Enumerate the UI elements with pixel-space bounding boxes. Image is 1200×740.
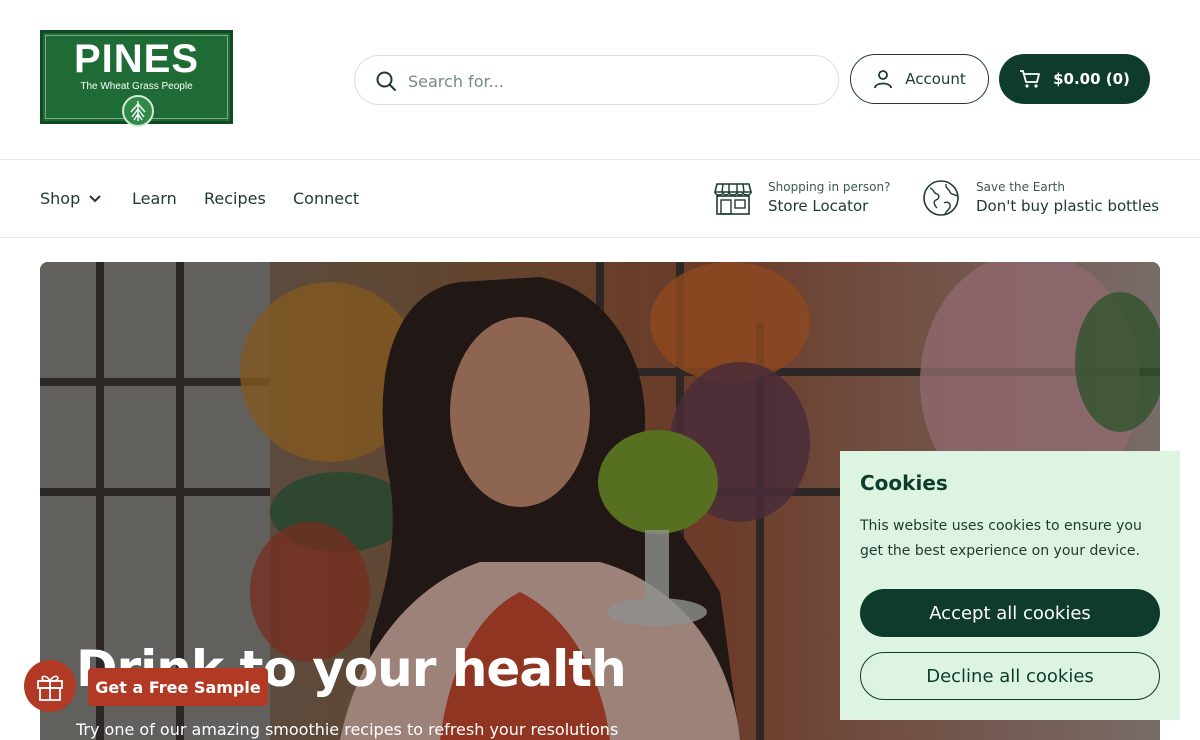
nav-item-connect[interactable]: Connect [293,189,359,208]
nav-label: Shop [40,189,81,208]
cart-button[interactable]: $0.00 (0) [999,54,1150,104]
search-bar[interactable] [354,55,839,105]
pines-logo[interactable]: PINES The Wheat Grass People [40,30,233,127]
nav-item-learn[interactable]: Learn [132,189,177,208]
save-earth-link[interactable]: Save the Earth Don't buy plastic bottles [922,179,1159,217]
account-label: Account [905,70,966,88]
save-earth-label: Don't buy plastic bottles [976,197,1160,215]
store-locator-label: Store Locator [768,197,869,215]
search-input[interactable] [408,68,808,94]
logo-name: PINES [73,37,200,81]
hero-subtitle: Try one of our amazing smoothie recipes … [76,720,619,739]
site-header: PINES The Wheat Grass People Account $0.… [0,0,1200,160]
nav-label: Learn [132,189,177,208]
accept-cookies-button[interactable]: Accept all cookies [860,589,1160,637]
gift-icon [37,675,63,701]
tree-emblem-icon [122,95,154,127]
account-button[interactable]: Account [850,54,989,104]
chevron-down-icon [89,194,101,202]
user-icon [874,70,893,89]
store-locator-link[interactable]: Shopping in person? Store Locator [714,179,890,217]
cart-total: $0.00 (0) [1053,70,1130,88]
nav-item-recipes[interactable]: Recipes [204,189,266,208]
cookie-banner: Cookies This website uses cookies to ens… [840,451,1180,720]
globe-icon [923,180,959,216]
free-sample-button[interactable]: Get a Free Sample [88,668,268,706]
logo-tagline: The Wheat Grass People [80,81,193,92]
cookie-title: Cookies [860,471,948,495]
gift-button[interactable] [24,660,76,712]
cart-icon [1020,70,1040,88]
search-icon [376,71,396,91]
storefront-icon [714,183,752,215]
store-locator-caption: Shopping in person? [768,180,891,194]
cookie-text: This website uses cookies to ensure you … [860,518,1142,559]
main-nav: Shop Learn Recipes Connect Shopping in p… [0,161,1200,238]
nav-label: Recipes [204,189,266,208]
decline-cookies-button[interactable]: Decline all cookies [860,652,1160,700]
nav-label: Connect [293,189,360,208]
nav-item-shop[interactable]: Shop [40,189,102,208]
save-earth-caption: Save the Earth [976,180,1065,194]
